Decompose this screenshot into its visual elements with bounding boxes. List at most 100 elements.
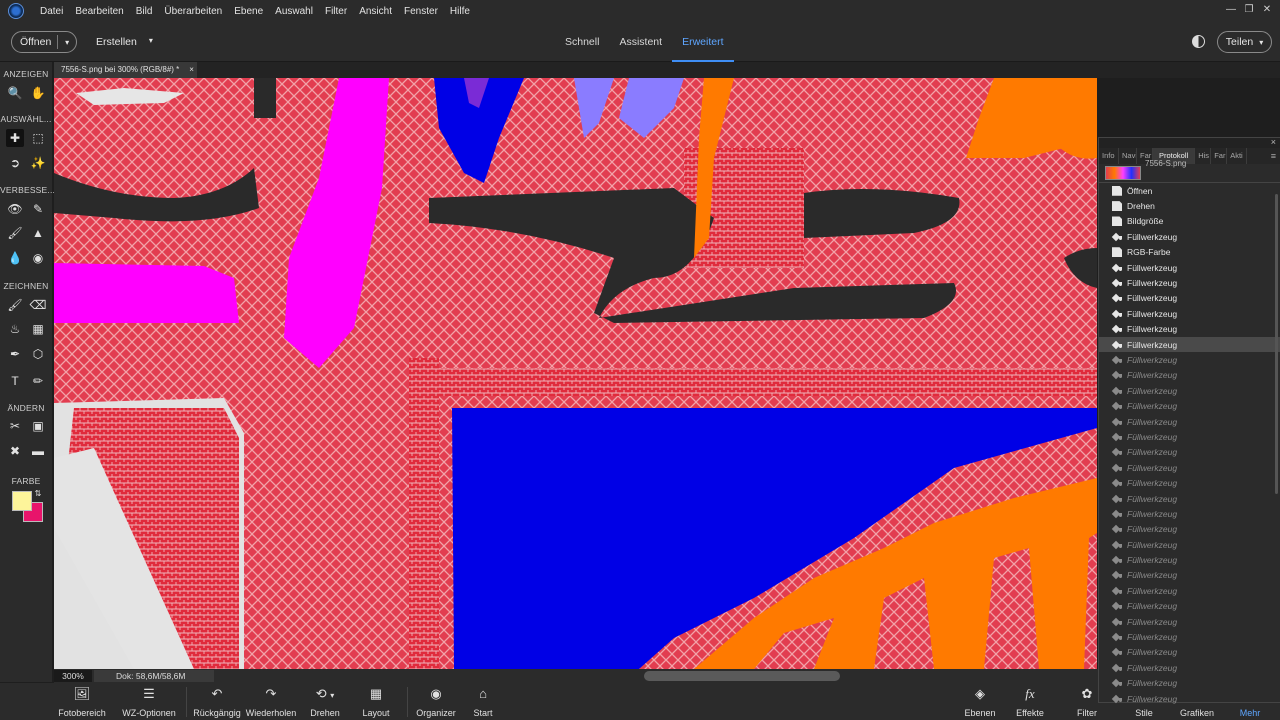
- menu-hilfe[interactable]: Hilfe: [444, 6, 476, 17]
- tab-assistent[interactable]: Assistent: [609, 22, 672, 62]
- layout-button[interactable]: ▦ Layout: [356, 683, 396, 720]
- hand-tool-icon[interactable]: ✋: [29, 84, 47, 102]
- paint-bucket-tool-icon[interactable]: ♨: [6, 320, 24, 338]
- recompose-tool-icon[interactable]: ▣: [29, 417, 47, 435]
- crop-tool-icon[interactable]: ✂: [6, 417, 24, 435]
- redo-button[interactable]: ↷ Wiederholen: [245, 683, 297, 720]
- foreground-color-swatch[interactable]: [12, 491, 32, 511]
- chevron-down-icon[interactable]: ▾: [58, 38, 76, 47]
- tab-info[interactable]: Info: [1099, 148, 1119, 164]
- type-tool-icon[interactable]: T: [6, 372, 24, 390]
- zoom-level-field[interactable]: 300%: [54, 670, 92, 682]
- history-step[interactable]: Füllwerkzeug: [1099, 491, 1280, 506]
- menu-bearbeiten[interactable]: Bearbeiten: [69, 6, 129, 17]
- eyedropper-tool-icon[interactable]: ✒: [6, 345, 24, 363]
- history-step[interactable]: Füllwerkzeug: [1099, 645, 1280, 660]
- history-step[interactable]: Füllwerkzeug: [1099, 429, 1280, 444]
- close-icon[interactable]: ×: [189, 62, 194, 78]
- history-step[interactable]: Füllwerkzeug: [1099, 352, 1280, 367]
- document-size-info[interactable]: Dok: 58,6M/58,6M: [94, 670, 214, 682]
- gradient-tool-icon[interactable]: ▦: [29, 320, 47, 338]
- menu-filter[interactable]: Filter: [319, 6, 353, 17]
- menu-datei[interactable]: Datei: [34, 6, 69, 17]
- history-step[interactable]: Bildgröße: [1099, 214, 1280, 229]
- history-step[interactable]: Füllwerkzeug: [1099, 629, 1280, 644]
- straighten-tool-icon[interactable]: ▬: [29, 442, 47, 460]
- blur-tool-icon[interactable]: 💧: [6, 249, 24, 267]
- menu-ebene[interactable]: Ebene: [228, 6, 269, 17]
- layers-button[interactable]: ◈ Ebenen: [962, 683, 998, 720]
- document-tab[interactable]: 7556-S.png bei 300% (RGB/8#) * ×: [54, 62, 197, 78]
- history-step[interactable]: Füllwerkzeug: [1099, 583, 1280, 598]
- smart-brush-tool-icon[interactable]: 🖌: [6, 224, 24, 242]
- tab-navigator[interactable]: Navi: [1119, 148, 1137, 164]
- eraser-tool-icon[interactable]: ⌫: [29, 296, 47, 314]
- history-step[interactable]: Füllwerkzeug: [1099, 552, 1280, 567]
- healing-brush-tool-icon[interactable]: ✎: [29, 200, 47, 218]
- history-step[interactable]: Füllwerkzeug: [1099, 691, 1280, 704]
- history-step[interactable]: Füllwerkzeug: [1099, 676, 1280, 691]
- horizontal-scrollbar[interactable]: [644, 671, 840, 681]
- history-step[interactable]: Füllwerkzeug: [1099, 614, 1280, 629]
- marquee-tool-icon[interactable]: ⬚: [29, 129, 47, 147]
- history-step[interactable]: Füllwerkzeug: [1099, 414, 1280, 429]
- history-step[interactable]: Füllwerkzeug: [1099, 306, 1280, 321]
- history-step[interactable]: Füllwerkzeug: [1099, 322, 1280, 337]
- quick-selection-tool-icon[interactable]: ✨: [29, 154, 47, 172]
- history-step[interactable]: RGB-Farbe: [1099, 245, 1280, 260]
- content-aware-move-tool-icon[interactable]: ✖: [6, 442, 24, 460]
- history-step[interactable]: Öffnen: [1099, 183, 1280, 198]
- history-step[interactable]: Füllwerkzeug: [1099, 445, 1280, 460]
- clone-stamp-tool-icon[interactable]: ▲: [29, 224, 47, 242]
- panel-scrollbar[interactable]: [1275, 194, 1278, 494]
- menu-ansicht[interactable]: Ansicht: [353, 6, 398, 17]
- history-step[interactable]: Füllwerkzeug: [1099, 568, 1280, 583]
- shape-tool-icon[interactable]: ⬡: [29, 345, 47, 363]
- history-step[interactable]: Füllwerkzeug: [1099, 260, 1280, 275]
- theme-toggle-icon[interactable]: [1192, 35, 1205, 48]
- create-menu[interactable]: Erstellen ▾: [96, 36, 153, 48]
- history-step[interactable]: Füllwerkzeug: [1099, 475, 1280, 490]
- panel-header[interactable]: ×: [1099, 137, 1280, 148]
- restore-icon[interactable]: ❐: [1242, 2, 1256, 16]
- history-step[interactable]: Füllwerkzeug: [1099, 506, 1280, 521]
- tab-actions[interactable]: Akti: [1227, 148, 1248, 164]
- history-step[interactable]: Füllwerkzeug: [1099, 537, 1280, 552]
- effects-button[interactable]: fx Effekte: [1013, 683, 1047, 720]
- open-button[interactable]: Öffnen ▾: [11, 31, 77, 53]
- history-snapshot-row[interactable]: 7556-S.png: [1099, 159, 1280, 183]
- rotate-button[interactable]: ⟲ ▾ Drehen: [305, 683, 345, 720]
- start-button[interactable]: ⌂ Start: [468, 683, 498, 720]
- move-tool-icon[interactable]: ✚: [6, 129, 24, 147]
- tool-options-button[interactable]: ☰ WZ-Optionen: [120, 683, 178, 720]
- tab-color-swatches[interactable]: Far: [1211, 148, 1228, 164]
- history-step[interactable]: Füllwerkzeug: [1099, 383, 1280, 398]
- history-step[interactable]: Füllwerkzeug: [1099, 368, 1280, 383]
- history-step[interactable]: Füllwerkzeug: [1099, 460, 1280, 475]
- history-step[interactable]: Füllwerkzeug: [1099, 398, 1280, 413]
- undo-button[interactable]: ↶ Rückgängig: [193, 683, 241, 720]
- history-step[interactable]: Füllwerkzeug: [1099, 291, 1280, 306]
- lasso-tool-icon[interactable]: ➲: [6, 154, 24, 172]
- history-step[interactable]: Füllwerkzeug: [1099, 229, 1280, 244]
- close-icon[interactable]: ✕: [1260, 2, 1274, 16]
- menu-ueberarbeiten[interactable]: Überarbeiten: [158, 6, 228, 17]
- photo-bin-button[interactable]: 🖼 Fotobereich: [57, 683, 107, 720]
- tab-erweitert[interactable]: Erweitert: [672, 22, 734, 62]
- history-step[interactable]: Füllwerkzeug: [1099, 522, 1280, 537]
- tab-schnell[interactable]: Schnell: [555, 22, 609, 62]
- image-canvas[interactable]: [54, 78, 1097, 669]
- close-icon[interactable]: ×: [1271, 137, 1276, 147]
- swap-colors-icon[interactable]: ⇅: [33, 488, 43, 498]
- red-eye-tool-icon[interactable]: 👁: [6, 200, 24, 218]
- tab-histogram[interactable]: His: [1195, 148, 1212, 164]
- menu-auswahl[interactable]: Auswahl: [269, 6, 319, 17]
- history-step[interactable]: Füllwerkzeug: [1099, 599, 1280, 614]
- share-button[interactable]: Teilen ▾: [1217, 31, 1272, 53]
- zoom-tool-icon[interactable]: 🔍: [6, 84, 24, 102]
- minimize-icon[interactable]: —: [1224, 2, 1238, 16]
- history-step[interactable]: Füllwerkzeug: [1099, 336, 1280, 353]
- history-step[interactable]: Füllwerkzeug: [1099, 275, 1280, 290]
- sponge-tool-icon[interactable]: ◉: [29, 249, 47, 267]
- organizer-button[interactable]: ◉ Organizer: [414, 683, 458, 720]
